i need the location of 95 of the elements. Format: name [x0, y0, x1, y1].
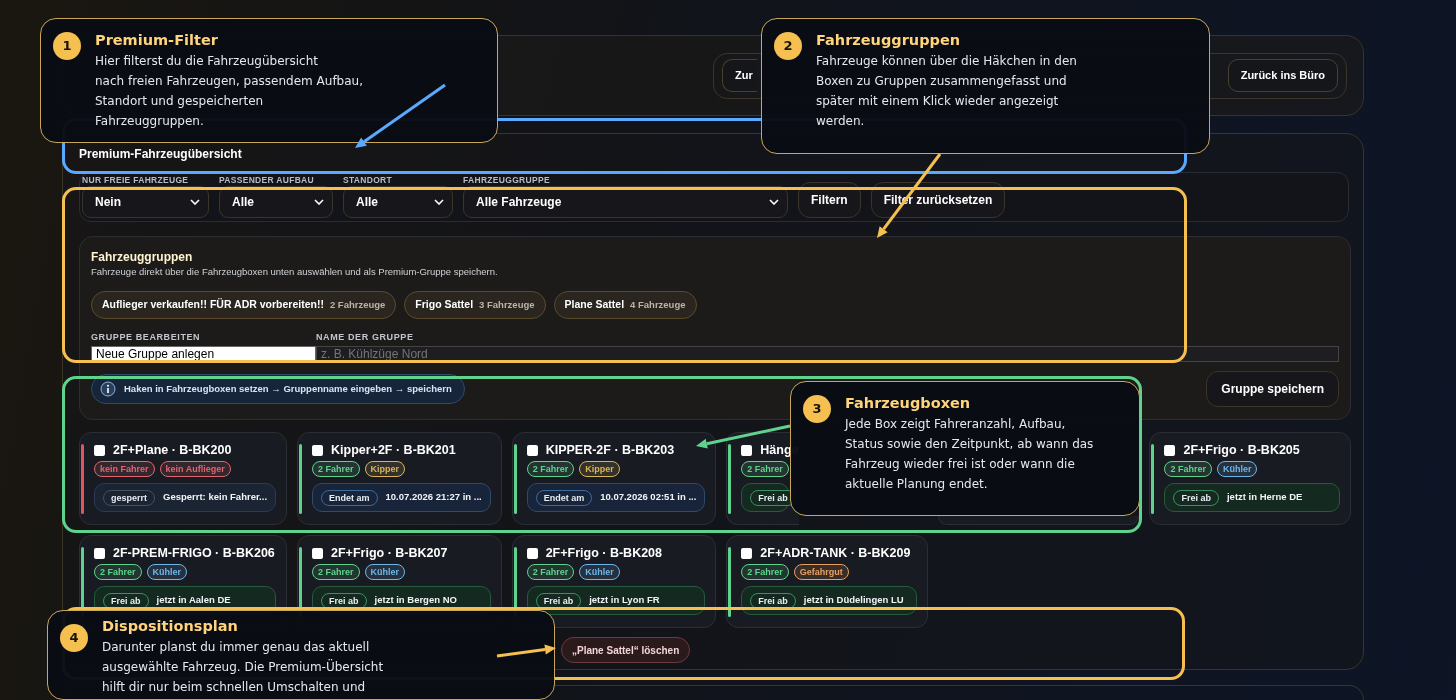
vehicle-tag: Kipper	[579, 461, 620, 477]
group-chip[interactable]: Plane Sattel 4 Fahrzeuge	[553, 291, 697, 319]
status-text: 10.07.2026 21:27 in ...	[385, 490, 482, 505]
group-chip[interactable]: Auflieger verkaufen!! FÜR ADR vorbereiten!! 2 Fahrzeuge	[91, 291, 397, 319]
vehicle-card[interactable]: Kipper+2F · B-BK201 2 Fahrer Kipper Endet am 10.07.2026 21:27 in ...	[297, 432, 502, 525]
vehicle-title: 2F+Frigo · B-BK207	[331, 545, 448, 561]
status-label: Frei ab	[1173, 489, 1219, 506]
callout-title: Premium-Filter	[95, 31, 218, 49]
vehicle-tag: 2 Fahrer	[526, 461, 575, 477]
checkbox[interactable]	[94, 444, 105, 456]
vehicle-tag: 2 Fahrer	[526, 564, 575, 580]
status-label: Frei ab	[535, 592, 582, 609]
pointer-arrow	[496, 644, 556, 658]
vehicle-tag: 2 Fahrer	[741, 564, 789, 580]
vehicle-tag: 2 Fahrer	[94, 564, 142, 580]
checkbox[interactable]	[312, 444, 324, 456]
vehicle-tag: Kühler	[579, 564, 620, 580]
save-group-button[interactable]: Gruppe speichern	[1206, 371, 1339, 407]
filter-label: PASSENDER AUFBAU	[219, 175, 315, 186]
field-label: NAME DER GRUPPE	[316, 331, 414, 343]
nav-button[interactable]: Zur	[722, 59, 757, 92]
status-label: Frei ab	[321, 592, 367, 609]
section-title: Premium-Fahrzeugübersicht	[79, 146, 242, 162]
groups-title: Fahrzeuggruppen	[91, 249, 193, 265]
checkbox[interactable]	[526, 444, 538, 456]
vehicle-tag: 2 Fahrer	[312, 564, 360, 580]
status-text: jetzt in Lyon FR	[589, 593, 660, 608]
vehicle-title: 2F+ADR-TANK · B-BK209	[760, 545, 911, 561]
vehicle-card[interactable]: 2F+Plane · B-BK200 kein Fahrer kein Auflieger gesperrt Gesperrt: kein Fahrer...	[79, 432, 288, 525]
checkbox[interactable]	[312, 547, 324, 559]
vehicle-title: 2F+Frigo · B-BK205	[1183, 442, 1300, 458]
filter-label: FAHRZEUGGRUPPE	[463, 175, 551, 186]
filter-select[interactable]: Nein	[82, 186, 209, 218]
vehicle-tag: 2 Fahrer	[312, 461, 360, 477]
vehicle-tag: 2 Fahrer	[1164, 461, 1212, 477]
vehicle-tag: Gefahrgut	[793, 564, 849, 580]
delete-group-button[interactable]: „Plane Sattel“ löschen	[561, 637, 691, 663]
step-badge: 3	[803, 395, 831, 423]
status-label: Frei ab	[103, 592, 149, 609]
chevron-icon	[190, 199, 200, 205]
chevron-icon	[314, 199, 324, 205]
status-label: Frei ab	[750, 592, 796, 609]
filter-select[interactable]: Alle Fahrzeuge	[463, 186, 788, 218]
group-chip[interactable]: Frigo Sattel 3 Fahrzeuge	[404, 291, 546, 319]
callout-title: Fahrzeugboxen	[845, 394, 971, 412]
status-label: Endet am	[321, 489, 378, 506]
step-badge: 2	[774, 32, 802, 60]
vehicle-title: 2F-PREM-FRIGO · B-BK206	[113, 545, 275, 561]
chevron-icon	[434, 199, 444, 205]
vehicle-card[interactable]: 2F+Frigo · B-BK205 2 Fahrer Kühler Frei ab jetzt in Herne DE	[1149, 432, 1351, 525]
checkbox[interactable]	[741, 444, 753, 456]
field-label: GRUPPE BEARBEITEN	[91, 331, 201, 343]
hint-text: Haken in Fahrzeugboxen setzen → Gruppenname eingeben → speichern	[124, 381, 452, 396]
callout-text: Darunter planst du immer genau das aktuell ausgewählte Fahrzeug. Die Premium-Übersicht hilft dir nur beim schnellen Umschalten und	[102, 639, 384, 696]
checkbox[interactable]	[741, 547, 753, 559]
checkbox[interactable]	[1164, 444, 1176, 456]
nav-button[interactable]: Zurück ins Büro	[1227, 59, 1338, 92]
vehicle-tag: kein Auflieger	[159, 461, 231, 477]
step-badge: 1	[53, 32, 81, 60]
checkbox[interactable]	[526, 547, 538, 559]
vehicle-tag: kein Fahrer	[94, 461, 155, 477]
vehicle-title: KIPPER-2F · B-BK203	[545, 442, 675, 458]
filter-label: NUR FREIE FAHRZEUGE	[82, 175, 190, 186]
vehicle-tag: Kühler	[146, 564, 188, 580]
status-label: Endet am	[535, 489, 593, 506]
vehicle-card[interactable]: 2F+Frigo · B-BK208 2 Fahrer Kühler Frei ab jetzt in Lyon FR	[511, 535, 717, 628]
callout-text: Fahrzeuge können über die Häkchen in den Boxen zu Gruppen zusammengefasst und später mit einem Klick wieder angezeigt werden.	[816, 53, 1077, 130]
info-icon	[100, 381, 116, 397]
status-text: jetzt in Düdelingen LU	[803, 593, 904, 608]
filter-button[interactable]: Filtern	[798, 182, 861, 218]
filter-select[interactable]: Alle	[343, 186, 453, 218]
vehicle-tag: Kipper	[364, 461, 406, 477]
callout-title: Fahrzeuggruppen	[816, 31, 961, 49]
status-text: jetzt in Bergen NO	[374, 593, 457, 608]
vehicle-card[interactable]: KIPPER-2F · B-BK203 2 Fahrer Kipper Endet am 10.07.2026 02:51 in ...	[511, 432, 717, 525]
filter-select[interactable]: Alle	[219, 186, 333, 218]
vehicle-card[interactable]: 2F+ADR-TANK · B-BK209 2 Fahrer Gefahrgut Frei ab jetzt in Düdelingen LU	[726, 535, 928, 628]
vehicle-title: Kipper+2F · B-BK201	[331, 442, 456, 458]
filter-label: STANDORT	[343, 175, 393, 186]
status-text: jetzt in Herne DE	[1226, 490, 1303, 505]
vehicle-tag: 2 Fahrer	[741, 461, 789, 477]
vehicle-title: 2F+Frigo · B-BK208	[545, 545, 662, 561]
status-text: 10.07.2026 02:51 in ...	[600, 490, 697, 505]
callout-text: Jede Box zeigt Fahreranzahl, Aufbau, Status sowie den Zeitpunkt, ab wann das Fahrzeug wieder frei ist oder wann die aktuelle Planung endet.	[845, 416, 1094, 493]
status-label: gesperrt	[103, 489, 155, 506]
chevron-icon	[769, 199, 779, 205]
vehicle-title: 2F+Plane · B-BK200	[113, 442, 232, 458]
checkbox[interactable]	[94, 547, 105, 559]
status-text: Gesperrt: kein Fahrer...	[163, 490, 268, 505]
vehicle-tag: Kühler	[1216, 461, 1258, 477]
vehicle-tag: Kühler	[364, 564, 406, 580]
status-text: jetzt in Aalen DE	[156, 593, 231, 608]
step-badge: 4	[60, 624, 88, 652]
groups-description: Fahrzeuge direkt über die Fahrzeugboxen unten auswählen und als Premium-Gruppe speichern.	[91, 265, 498, 279]
callout-text: Hier filterst du die Fahrzeugübersicht nach freien Fahrzeugen, passendem Aufbau, Standort und gespeicherten Fahrzeuggruppen.	[95, 53, 363, 130]
